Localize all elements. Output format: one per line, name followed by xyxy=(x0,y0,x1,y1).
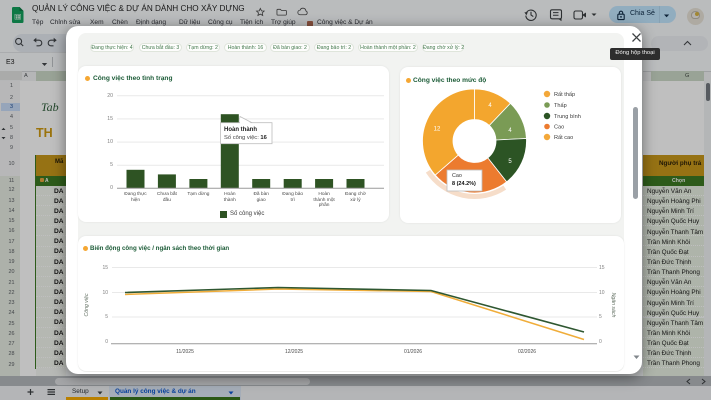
svg-text:Trung bình: Trung bình xyxy=(554,114,581,120)
svg-text:Thấp: Thấp xyxy=(554,103,567,109)
svg-text:Công việc: Công việc xyxy=(84,293,90,316)
svg-text:Rất thấp: Rất thấp xyxy=(554,92,575,98)
svg-text:Cao: Cao xyxy=(554,125,564,131)
svg-text:12: 12 xyxy=(434,127,441,133)
svg-text:Ngân sách: Ngân sách xyxy=(610,293,616,318)
svg-text:Rất cao: Rất cao xyxy=(554,135,573,141)
